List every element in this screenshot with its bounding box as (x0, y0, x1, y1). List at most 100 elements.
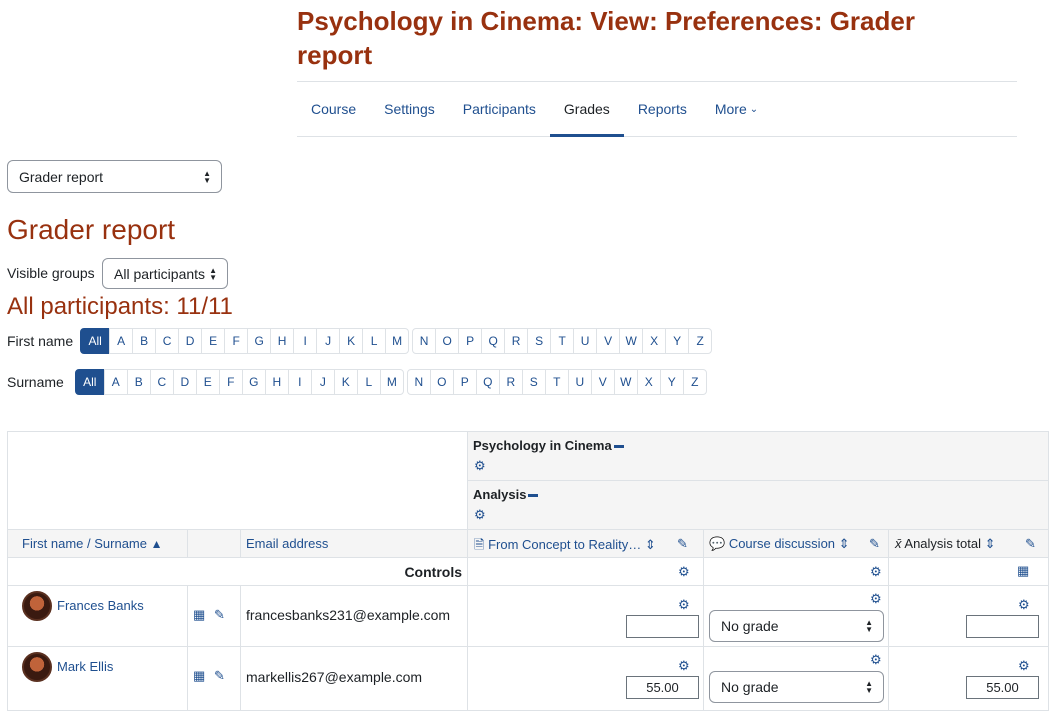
surname-letter-j[interactable]: J (310, 369, 335, 395)
surname-letter-u[interactable]: U (567, 369, 592, 395)
firstname-letter-a[interactable]: A (109, 328, 134, 354)
avatar[interactable] (22, 652, 52, 682)
surname-letter-f[interactable]: F (218, 369, 243, 395)
surname-letter-b[interactable]: B (126, 369, 151, 395)
grade-input[interactable]: 55.00 (966, 676, 1039, 699)
surname-letter-g[interactable]: G (241, 369, 266, 395)
surname-letter-s[interactable]: S (521, 369, 546, 395)
pencil-icon[interactable]: ✎ (677, 536, 688, 552)
gear-icon[interactable]: ⚙ (678, 598, 690, 611)
collapse-icon[interactable] (613, 445, 624, 449)
surname-letter-e[interactable]: E (195, 369, 220, 395)
firstname-letter-r[interactable]: R (504, 328, 529, 354)
pencil-icon[interactable]: ✎ (214, 607, 225, 623)
surname-letter-i[interactable]: I (287, 369, 312, 395)
nav-more[interactable]: More ⌄ (701, 82, 772, 136)
collapse-icon[interactable] (528, 494, 539, 498)
firstname-letter-f[interactable]: F (224, 328, 249, 354)
user-report-icon[interactable]: ▦ (193, 607, 205, 623)
user-link[interactable]: Mark Ellis (57, 659, 113, 674)
firstname-letter-i[interactable]: I (293, 328, 318, 354)
surname-letter-t[interactable]: T (544, 369, 569, 395)
surname-letter-o[interactable]: O (429, 369, 454, 395)
surname-all-button[interactable]: All (74, 369, 105, 395)
sort-name-link[interactable]: First name / Surname ▲ (22, 536, 163, 551)
surname-letter-y[interactable]: Y (659, 369, 684, 395)
firstname-letter-q[interactable]: Q (481, 328, 506, 354)
firstname-letter-x[interactable]: X (642, 328, 667, 354)
firstname-letter-g[interactable]: G (247, 328, 272, 354)
item2-header[interactable]: 💬 Course discussion ⇕ (709, 536, 850, 552)
firstname-letter-y[interactable]: Y (665, 328, 690, 354)
surname-letter-z[interactable]: Z (682, 369, 707, 395)
surname-letter-k[interactable]: K (333, 369, 358, 395)
surname-letter-v[interactable]: V (590, 369, 615, 395)
firstname-letter-z[interactable]: Z (688, 328, 713, 354)
firstname-letter-v[interactable]: V (596, 328, 621, 354)
surname-letter-r[interactable]: R (498, 369, 523, 395)
pencil-icon[interactable]: ✎ (1025, 536, 1036, 552)
surname-letter-w[interactable]: W (613, 369, 638, 395)
gear-icon[interactable]: ⚙ (474, 508, 486, 521)
surname-letter-d[interactable]: D (172, 369, 197, 395)
surname-letter-c[interactable]: C (149, 369, 174, 395)
firstname-letter-j[interactable]: J (316, 328, 341, 354)
gear-icon[interactable]: ⚙ (678, 565, 690, 578)
item3-header[interactable]: x̄ Analysis total ⇕ (895, 536, 996, 552)
surname-letter-l[interactable]: L (356, 369, 381, 395)
firstname-letter-b[interactable]: B (132, 328, 157, 354)
item1-header[interactable]: 🗎 From Concept to Reality… ⇕ (474, 536, 656, 558)
nav-grades[interactable]: Grades (549, 82, 624, 137)
grade-input[interactable] (966, 615, 1039, 638)
surname-letter-n[interactable]: N (406, 369, 431, 395)
nav-reports[interactable]: Reports (624, 82, 701, 136)
gear-icon[interactable]: ⚙ (1018, 598, 1030, 611)
surname-letter-h[interactable]: H (264, 369, 289, 395)
avatar[interactable] (22, 591, 52, 621)
gear-icon[interactable]: ⚙ (870, 592, 882, 605)
firstname-letter-c[interactable]: C (155, 328, 180, 354)
nav-participants[interactable]: Participants (449, 82, 550, 136)
surname-letter-q[interactable]: Q (475, 369, 500, 395)
firstname-letter-m[interactable]: M (385, 328, 410, 354)
grade-select-value: No grade (721, 679, 779, 695)
report-heading: Grader report (7, 214, 176, 245)
firstname-letter-s[interactable]: S (527, 328, 552, 354)
firstname-letter-u[interactable]: U (573, 328, 598, 354)
firstname-letter-l[interactable]: L (362, 328, 387, 354)
pencil-icon[interactable]: ✎ (214, 668, 225, 684)
firstname-letter-o[interactable]: O (435, 328, 460, 354)
gear-icon[interactable]: ⚙ (474, 459, 486, 472)
grade-input[interactable] (626, 615, 699, 638)
surname-letter-a[interactable]: A (103, 369, 128, 395)
firstname-letter-k[interactable]: K (339, 328, 364, 354)
firstname-letter-w[interactable]: W (619, 328, 644, 354)
firstname-letter-n[interactable]: N (412, 328, 437, 354)
grade-select[interactable]: No grade ▲ ▼ (709, 610, 884, 642)
firstname-letter-d[interactable]: D (178, 328, 203, 354)
report-selector[interactable]: Grader report ▲ ▼ (7, 160, 222, 193)
surname-letter-m[interactable]: M (379, 369, 404, 395)
surname-letter-x[interactable]: X (636, 369, 661, 395)
gear-icon[interactable]: ⚙ (1018, 659, 1030, 672)
nav-course[interactable]: Course (297, 82, 370, 136)
firstname-letter-e[interactable]: E (201, 328, 226, 354)
sort-email-link[interactable]: Email address (246, 536, 328, 551)
firstname-letter-t[interactable]: T (550, 328, 575, 354)
visible-groups-select[interactable]: All participants ▲ ▼ (102, 258, 228, 289)
gear-icon[interactable]: ⚙ (678, 659, 690, 672)
grade-input[interactable]: 55.00 (626, 676, 699, 699)
firstname-letter-p[interactable]: P (458, 328, 483, 354)
grade-select[interactable]: No grade ▲ ▼ (709, 671, 884, 703)
surname-letters-n-z: NOPQRSTUVWXYZ (406, 369, 707, 395)
gear-icon[interactable]: ⚙ (870, 565, 882, 578)
user-link[interactable]: Frances Banks (57, 598, 144, 613)
calculator-icon[interactable]: ▦ (1017, 564, 1029, 577)
nav-settings[interactable]: Settings (370, 82, 449, 136)
surname-letter-p[interactable]: P (452, 369, 477, 395)
gear-icon[interactable]: ⚙ (870, 653, 882, 666)
pencil-icon[interactable]: ✎ (869, 536, 880, 552)
user-report-icon[interactable]: ▦ (193, 668, 205, 684)
firstname-letter-h[interactable]: H (270, 328, 295, 354)
firstname-all-button[interactable]: All (80, 328, 111, 354)
